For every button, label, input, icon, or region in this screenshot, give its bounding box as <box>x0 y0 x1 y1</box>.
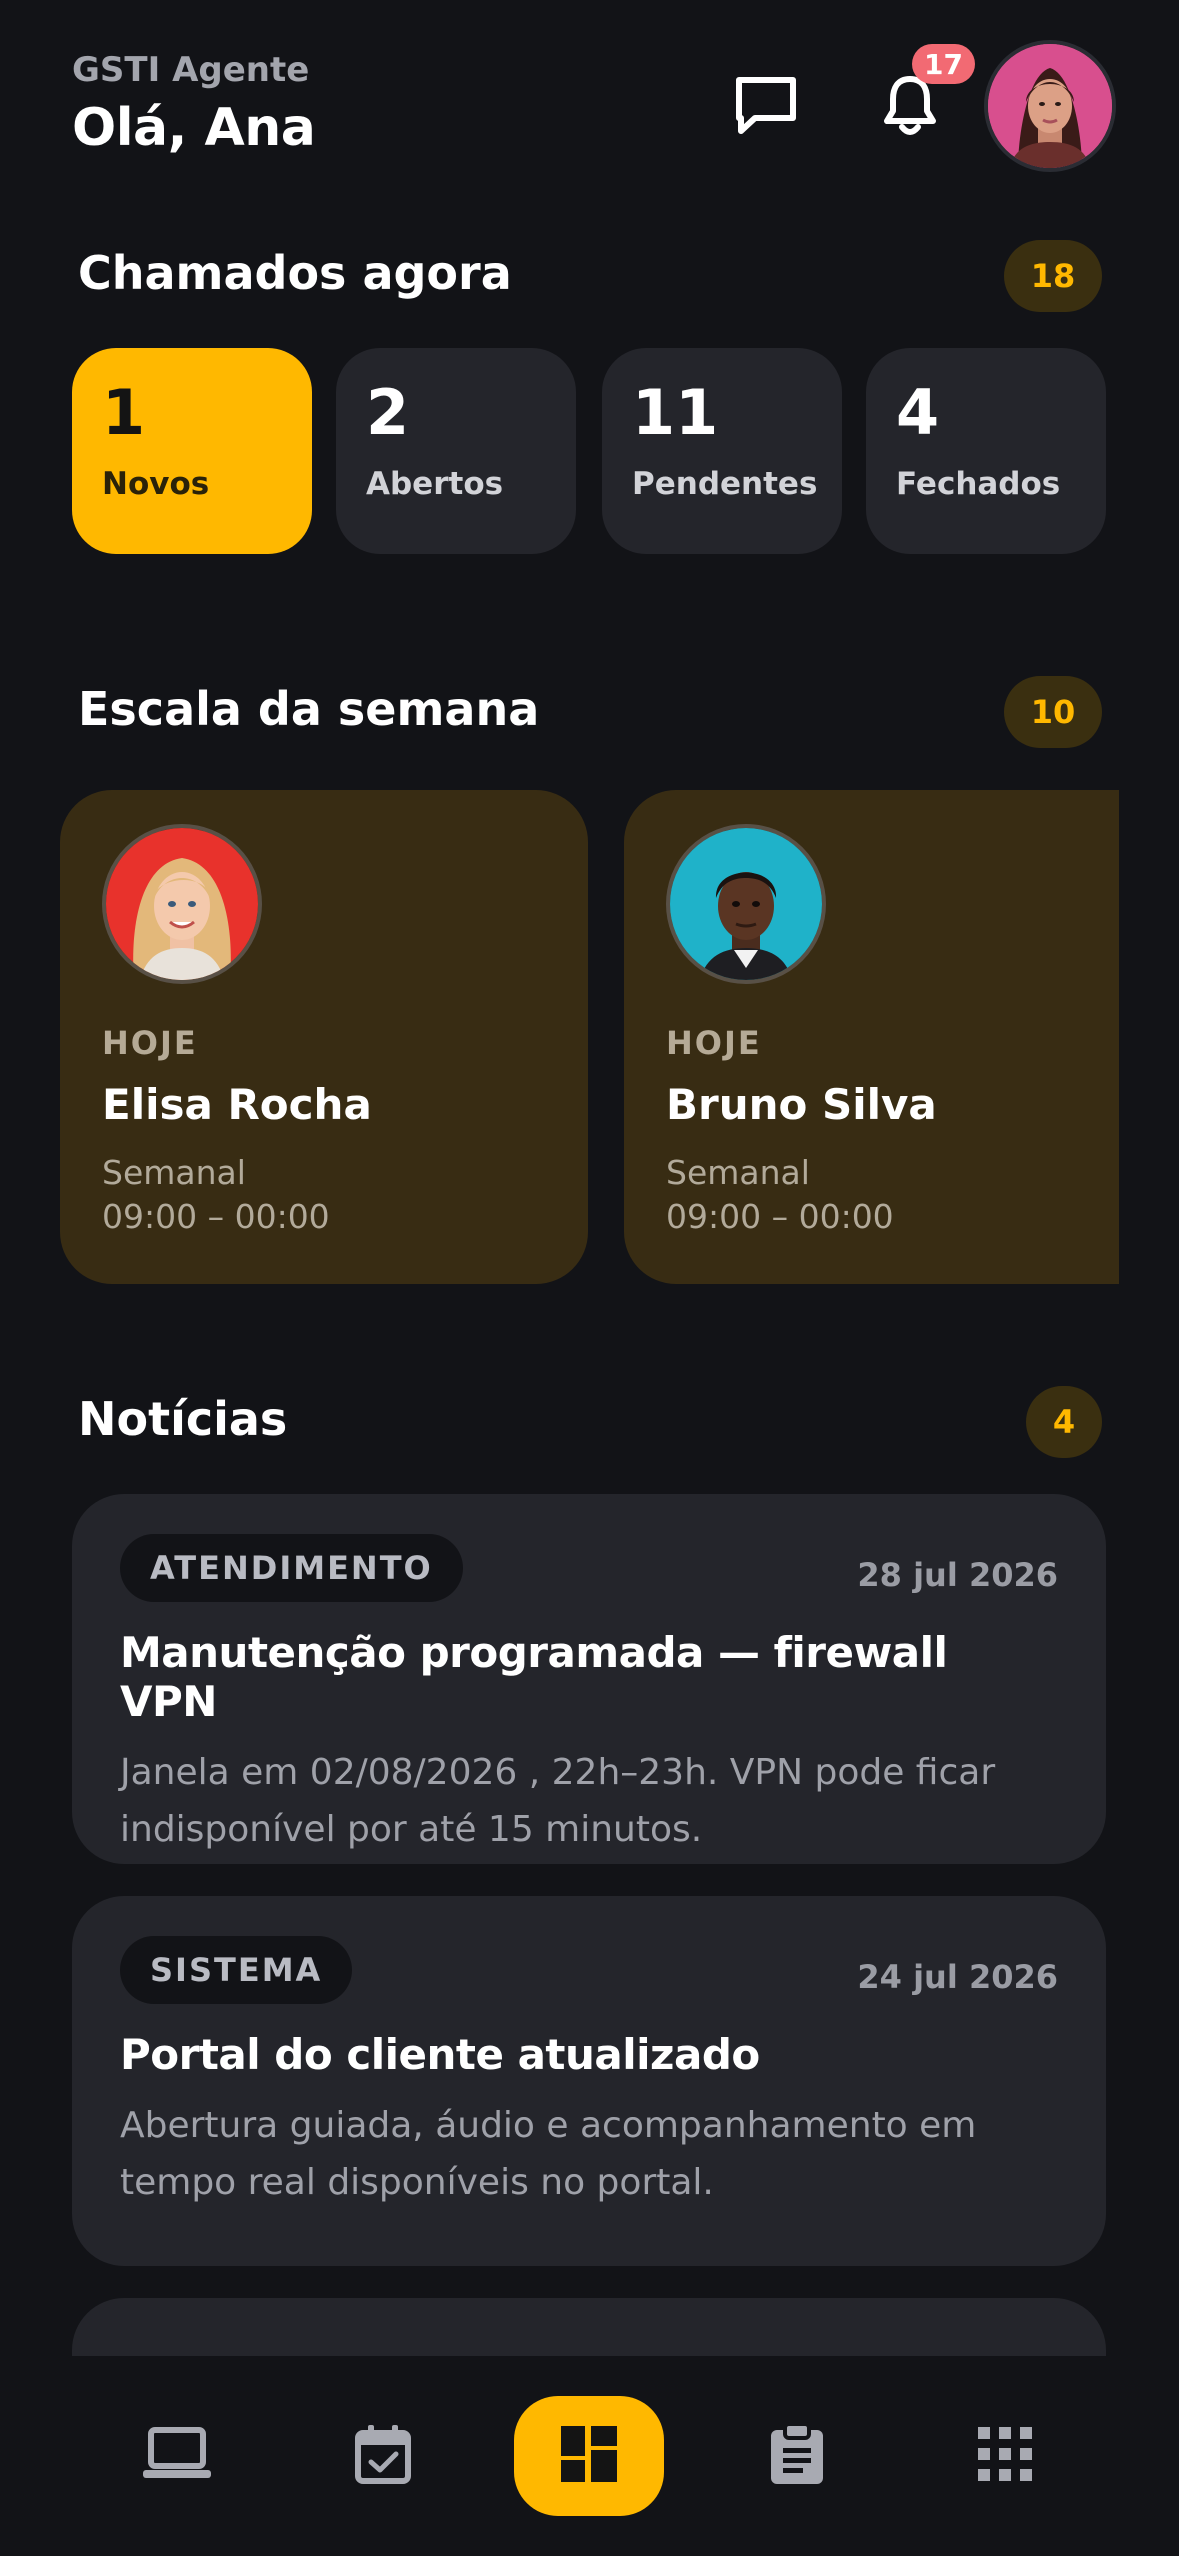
news-title: Portal do cliente atualizado <box>120 2030 760 2079</box>
news-body: Janela em 02/08/2026 , 22h–23h. VPN pode… <box>120 1752 996 1850</box>
tile-pendentes[interactable]: 11 Pendentes <box>602 348 842 554</box>
shift-card[interactable]: HOJE Elisa Rocha Semanal 09:00 – 00:00 <box>60 790 588 1284</box>
tile-count: 1 <box>102 376 146 449</box>
tile-count: 4 <box>896 376 940 449</box>
news-card[interactable]: SISTEMA 24 jul 2026 Portal do cliente at… <box>72 1896 1106 2266</box>
tile-novos[interactable]: 1 Novos <box>72 348 312 554</box>
tile-label: Pendentes <box>632 466 818 502</box>
tile-count: 11 <box>632 376 719 449</box>
news-card[interactable]: ATENDIMENTO 28 jul 2026 Manutenção progr… <box>72 1494 1106 1864</box>
user-avatar[interactable] <box>984 40 1116 172</box>
apps-grid-icon <box>978 2427 1032 2485</box>
nav-apps[interactable] <box>930 2396 1080 2516</box>
shift-card[interactable]: HOJE Bruno Silva Semanal 09:00 – 00:00 <box>624 790 1119 1284</box>
shift-day: HOJE <box>102 1024 198 1062</box>
tickets-count-badge: 18 <box>1004 240 1102 312</box>
notification-badge: 17 <box>912 44 975 84</box>
tile-count: 2 <box>366 376 410 449</box>
shift-time: 09:00 – 00:00 <box>666 1197 894 1236</box>
tile-fechados[interactable]: 4 Fechados <box>866 348 1106 554</box>
tile-label: Abertos <box>366 466 504 502</box>
chat-icon[interactable] <box>726 66 806 146</box>
shift-avatar <box>666 824 826 984</box>
clipboard-icon <box>769 2422 825 2490</box>
tile-abertos[interactable]: 2 Abertos <box>336 348 576 554</box>
app-name: GSTI Agente <box>72 50 310 90</box>
news-date: 24 jul 2026 <box>857 1958 1058 1996</box>
shift-type: Semanal <box>666 1153 810 1192</box>
tile-label: Fechados <box>896 466 1061 502</box>
news-category-chip: SISTEMA <box>120 1936 353 2004</box>
dashboard-icon <box>561 2426 617 2486</box>
shift-name: Bruno Silva <box>666 1080 937 1129</box>
shift-name: Elisa Rocha <box>102 1080 372 1129</box>
news-category-chip: ATENDIMENTO <box>120 1534 463 1602</box>
greeting-title: Olá, Ana <box>72 98 316 158</box>
nav-dashboard[interactable] <box>514 2396 664 2516</box>
news-title: Manutenção programada — firewall VPN <box>120 1628 948 1726</box>
news-body: Abertura guiada, áudio e acompanhamento … <box>120 2105 977 2203</box>
nav-calendar[interactable] <box>308 2396 458 2516</box>
schedule-count-badge: 10 <box>1004 676 1102 748</box>
news-section-title: Notícias <box>78 1392 288 1446</box>
schedule-section-title: Escala da semana <box>78 682 540 736</box>
shift-day: HOJE <box>666 1024 762 1062</box>
calendar-check-icon <box>354 2423 412 2489</box>
shift-avatar <box>102 824 262 984</box>
tile-label: Novos <box>102 466 210 502</box>
nav-laptop[interactable] <box>102 2396 252 2516</box>
nav-clipboard[interactable] <box>722 2396 872 2516</box>
news-count-badge: 4 <box>1026 1386 1102 1458</box>
shift-time: 09:00 – 00:00 <box>102 1197 330 1236</box>
laptop-icon <box>141 2426 213 2486</box>
shift-type: Semanal <box>102 1153 246 1192</box>
bottom-nav <box>0 2356 1179 2556</box>
news-date: 28 jul 2026 <box>857 1556 1058 1594</box>
tickets-section-title: Chamados agora <box>78 246 512 300</box>
